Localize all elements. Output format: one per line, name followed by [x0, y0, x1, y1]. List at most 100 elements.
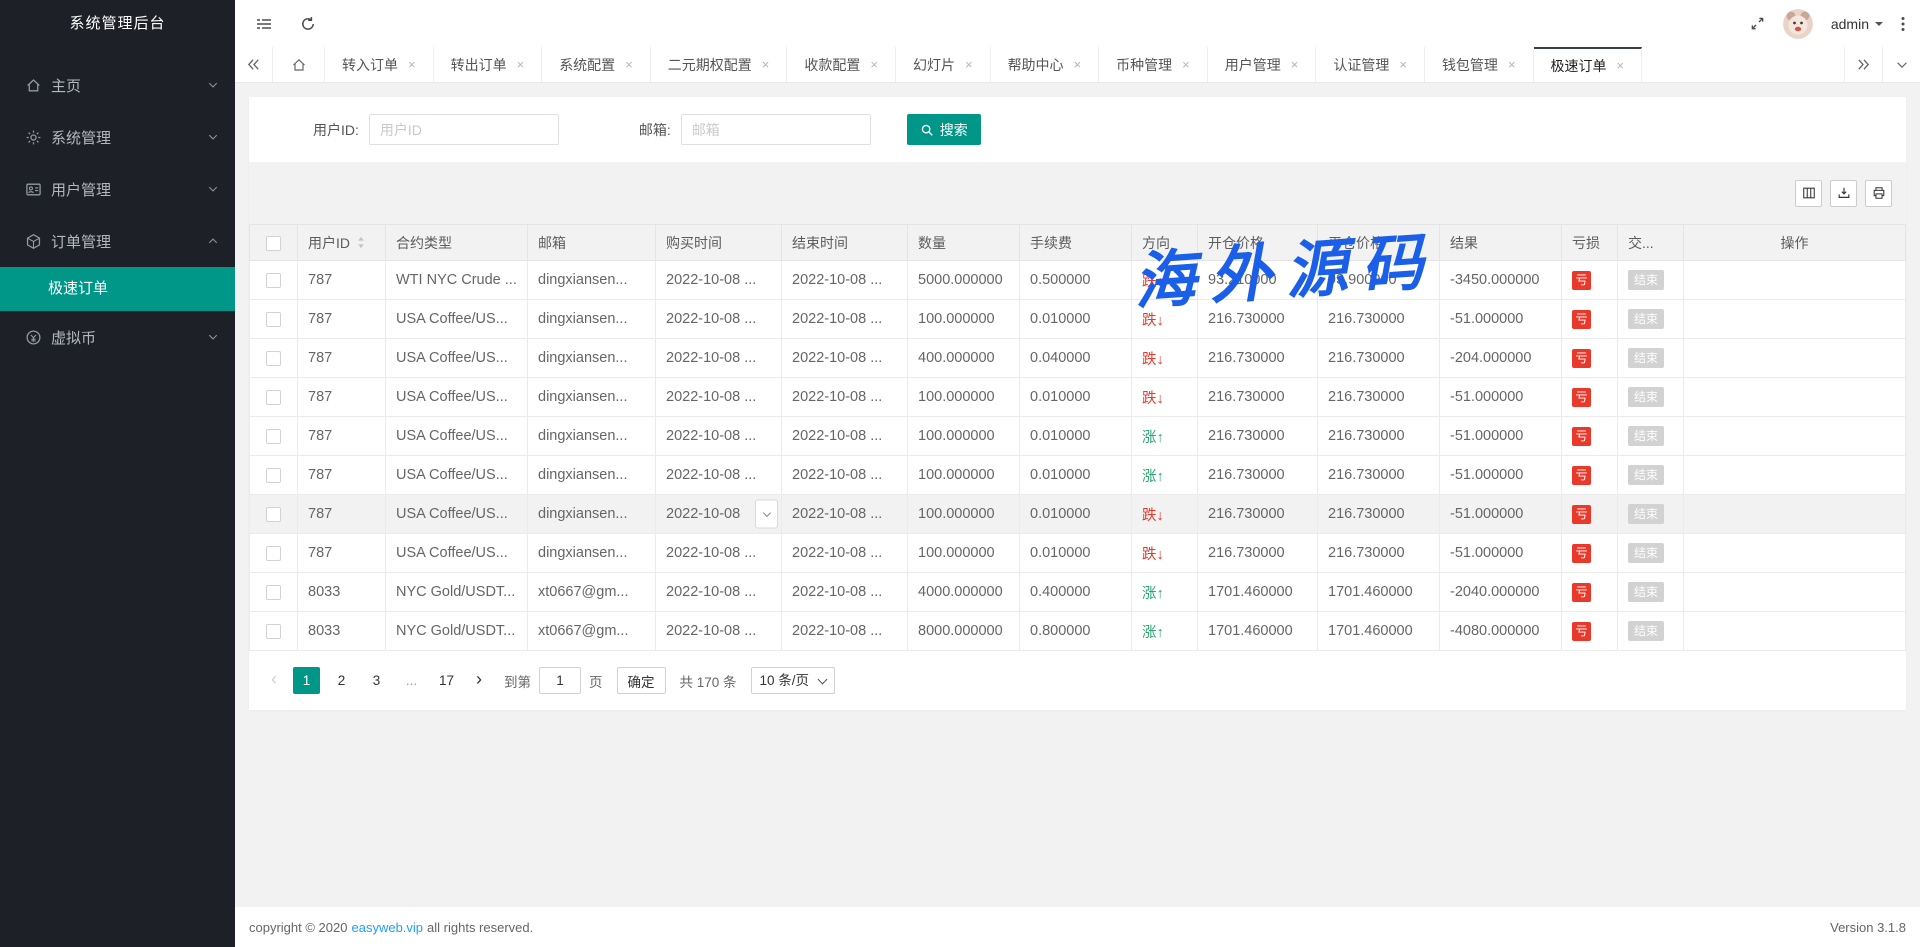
cell-end-time: 2022-10-08 ... [782, 612, 908, 651]
cell-direction: 跌↓ [1132, 534, 1198, 573]
tab[interactable]: 二元期权配置× [651, 47, 788, 82]
user-menu[interactable]: admin [1831, 16, 1883, 32]
cell-contract-type: NYC Gold/USDT... [386, 573, 528, 612]
user-id-input[interactable] [369, 114, 559, 145]
page-button[interactable]: 2 [328, 667, 355, 694]
tab[interactable]: 用户管理× [1208, 47, 1317, 82]
scroll-tabs-right-button[interactable] [1844, 47, 1882, 82]
cell-email: dingxiansen... [528, 300, 656, 339]
table-block: 用户ID合约类型邮箱购买时间结束时间数量手续费方向开仓价格平仓价格结果亏损交..… [249, 162, 1906, 651]
tab[interactable]: 收款配置× [787, 47, 896, 82]
sort-icon[interactable] [357, 236, 365, 249]
cell-close-price: 216.730000 [1318, 378, 1440, 417]
search-icon [920, 123, 934, 137]
prev-page-button[interactable]: ‹ [263, 667, 285, 694]
close-icon[interactable]: × [870, 57, 878, 72]
tab-actions-menu-button[interactable] [1882, 47, 1920, 82]
chevron-down-icon [207, 331, 219, 343]
columns-toggle-icon[interactable] [1795, 180, 1822, 207]
tab[interactable]: 转入订单× [325, 47, 434, 82]
table-toolbar [249, 162, 1906, 224]
tab[interactable]: 极速订单× [1534, 47, 1643, 82]
tab[interactable]: 币种管理× [1099, 47, 1208, 82]
fullscreen-icon[interactable] [1750, 16, 1765, 31]
column-label: 结束时间 [792, 235, 848, 251]
row-checkbox[interactable] [266, 624, 281, 639]
page-size-select[interactable]: 10 条/页 [751, 667, 835, 694]
page-number-input[interactable] [539, 667, 581, 694]
footer-link[interactable]: easyweb.vip [351, 920, 423, 935]
tab[interactable]: 钱包管理 × [1425, 47, 1534, 82]
close-icon[interactable]: × [1399, 57, 1407, 72]
row-checkbox[interactable] [266, 351, 281, 366]
row-checkbox[interactable] [266, 468, 281, 483]
close-icon[interactable]: × [517, 57, 525, 72]
tab[interactable]: 系统配置× [542, 47, 651, 82]
version-label: Version 3.1.8 [1830, 920, 1906, 935]
scroll-tabs-left-button[interactable] [235, 47, 273, 82]
time-dropdown-button[interactable] [755, 500, 778, 529]
cell-result: -51.000000 [1440, 378, 1562, 417]
cell-status: 结束 [1618, 339, 1684, 378]
sidebar-item[interactable]: 用户管理 [0, 163, 235, 215]
page-button[interactable]: 17 [433, 667, 460, 694]
row-checkbox[interactable] [266, 429, 281, 444]
row-checkbox[interactable] [266, 312, 281, 327]
cell-email: dingxiansen... [528, 378, 656, 417]
tab-home[interactable] [273, 47, 325, 82]
close-icon[interactable]: × [1074, 57, 1082, 72]
row-checkbox[interactable] [266, 507, 281, 522]
tab[interactable]: 幻灯片× [896, 47, 991, 82]
avatar[interactable] [1783, 9, 1813, 39]
loss-badge: 亏 [1572, 505, 1591, 524]
refresh-icon[interactable] [300, 16, 316, 32]
email-label: 邮箱: [639, 120, 671, 140]
cell-result: -204.000000 [1440, 339, 1562, 378]
tab[interactable]: 帮助中心× [991, 47, 1100, 82]
col-email: 邮箱 [528, 225, 656, 261]
toggle-sidebar-icon[interactable] [255, 16, 273, 32]
print-icon[interactable] [1865, 180, 1892, 207]
row-checkbox[interactable] [266, 390, 281, 405]
col-contract-type: 合约类型 [386, 225, 528, 261]
col-status: 交... [1618, 225, 1684, 261]
cell-user-id: 787 [298, 456, 386, 495]
close-icon[interactable]: × [1182, 57, 1190, 72]
tab-label: 钱包管理 [1442, 55, 1498, 75]
export-icon[interactable] [1830, 180, 1857, 207]
close-icon[interactable]: × [408, 57, 416, 72]
close-icon[interactable]: × [1617, 58, 1625, 73]
cell-user-id: 787 [298, 378, 386, 417]
close-icon[interactable]: × [625, 57, 633, 72]
page-button[interactable]: 1 [293, 667, 320, 694]
tab[interactable]: 认证管理× [1316, 47, 1425, 82]
search-button[interactable]: 搜索 [907, 114, 981, 145]
confirm-page-button[interactable]: 确定 [617, 667, 666, 694]
cell-contract-type: USA Coffee/US... [386, 456, 528, 495]
row-checkbox[interactable] [266, 585, 281, 600]
cell-end-time: 2022-10-08 ... [782, 495, 908, 534]
select-all-checkbox[interactable] [266, 236, 281, 251]
row-checkbox[interactable] [266, 273, 281, 288]
next-page-button[interactable]: › [468, 667, 490, 694]
cell-end-time: 2022-10-08 ... [782, 456, 908, 495]
sidebar-subitem[interactable]: 极速订单 [0, 267, 235, 311]
sidebar-item[interactable]: 系统管理 [0, 111, 235, 163]
close-icon[interactable]: × [1508, 57, 1516, 72]
tab[interactable]: 转出订单× [434, 47, 543, 82]
chevron-down-icon [207, 183, 219, 195]
sidebar-item[interactable]: 虚拟币 [0, 311, 235, 363]
close-icon[interactable]: × [1291, 57, 1299, 72]
sidebar-item[interactable]: 主页 [0, 59, 235, 111]
footer: copyright © 2020easyweb.vipall rights re… [235, 907, 1920, 947]
cell-end-time: 2022-10-08 ... [782, 339, 908, 378]
page-button[interactable]: 3 [363, 667, 390, 694]
email-input[interactable] [681, 114, 871, 145]
sort-control[interactable]: 用户ID [308, 233, 365, 253]
cell-actions [1684, 300, 1906, 339]
close-icon[interactable]: × [762, 57, 770, 72]
more-menu-icon[interactable] [1901, 16, 1905, 32]
sidebar-item[interactable]: 订单管理 [0, 215, 235, 267]
close-icon[interactable]: × [965, 57, 973, 72]
row-checkbox[interactable] [266, 546, 281, 561]
